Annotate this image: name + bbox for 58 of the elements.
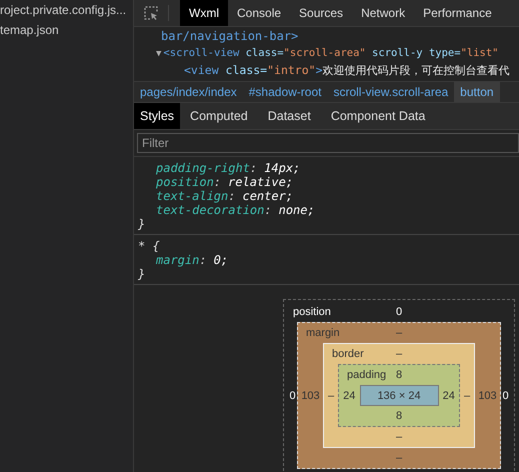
devtools-tab[interactable]: Sources (290, 0, 352, 26)
box-value: 103 (300, 390, 321, 402)
css-property[interactable]: position (156, 175, 214, 189)
css-colon: : (214, 175, 222, 189)
css-colon: : (250, 161, 258, 175)
css-value[interactable]: none; (278, 203, 315, 217)
css-colon: : (228, 189, 236, 203)
breadcrumb-item[interactable]: scroll-view.scroll-area (327, 82, 454, 102)
box-value: 8 (396, 369, 402, 381)
devtools-tab[interactable]: Console (228, 0, 290, 26)
css-brace: } (138, 267, 146, 281)
devtools-tab[interactable]: Performance (414, 0, 501, 26)
box-value: 0 (501, 390, 510, 402)
inspect-icon[interactable] (143, 5, 159, 21)
css-colon: : (264, 203, 272, 217)
box-value: – (394, 451, 404, 466)
css-property[interactable]: padding-right (156, 161, 250, 175)
panel-tab[interactable]: Component Data (320, 103, 436, 129)
box-value: 0 (288, 390, 297, 402)
box-value: – (396, 348, 402, 360)
css-property[interactable]: text-align (156, 189, 228, 203)
box-value: – (326, 390, 336, 402)
css-value[interactable]: relative; (228, 175, 294, 189)
css-value[interactable]: 0; (214, 253, 228, 267)
panel-tab[interactable]: Styles (134, 103, 180, 129)
box-label: padding (346, 369, 388, 381)
devtools-tab[interactable]: Network (352, 0, 414, 26)
box-value: 0 (396, 306, 402, 318)
css-value[interactable]: center; (242, 189, 294, 203)
panel-tab[interactable]: Computed (180, 103, 258, 129)
code-line[interactable]: <view class="intro">欢迎使用代码片段，可在控制台查看代 (134, 62, 519, 79)
file-item[interactable]: roject.private.config.js... (0, 0, 133, 20)
code-line: bar/navigation-bar> (160, 28, 300, 45)
box-label: margin (305, 327, 341, 339)
code-line[interactable]: ▼ <scroll-view class="scroll-area" scroll-y type="list" (134, 45, 519, 62)
css-brace: } (138, 217, 146, 231)
css-selector: * { (138, 239, 161, 253)
content-box: 136 × 24 (360, 385, 438, 406)
file-item[interactable]: temap.json (0, 20, 133, 40)
box-value: – (394, 430, 404, 445)
css-property[interactable]: text-decoration (156, 203, 264, 217)
box-label: border (331, 348, 365, 360)
panel-tab[interactable]: Dataset (258, 103, 321, 129)
breadcrumb-item[interactable]: #shadow-root (242, 82, 328, 102)
box-value: – (396, 327, 402, 339)
devtools-tab[interactable]: Wxml (180, 0, 228, 26)
filter-field[interactable]: Filter (137, 133, 519, 153)
box-value: 24 (442, 390, 456, 402)
box-label: position (292, 306, 332, 318)
box-value: – (462, 390, 472, 402)
breadcrumb-item[interactable]: pages/index/index (134, 82, 243, 102)
css-colon: : (199, 253, 207, 267)
box-value: 24 (342, 390, 356, 402)
breadcrumb-item[interactable]: button (454, 82, 500, 102)
css-property[interactable]: margin (156, 253, 200, 267)
box-value: 103 (477, 390, 498, 402)
css-value[interactable]: 14px; (264, 161, 300, 175)
box-value: 8 (394, 409, 404, 424)
